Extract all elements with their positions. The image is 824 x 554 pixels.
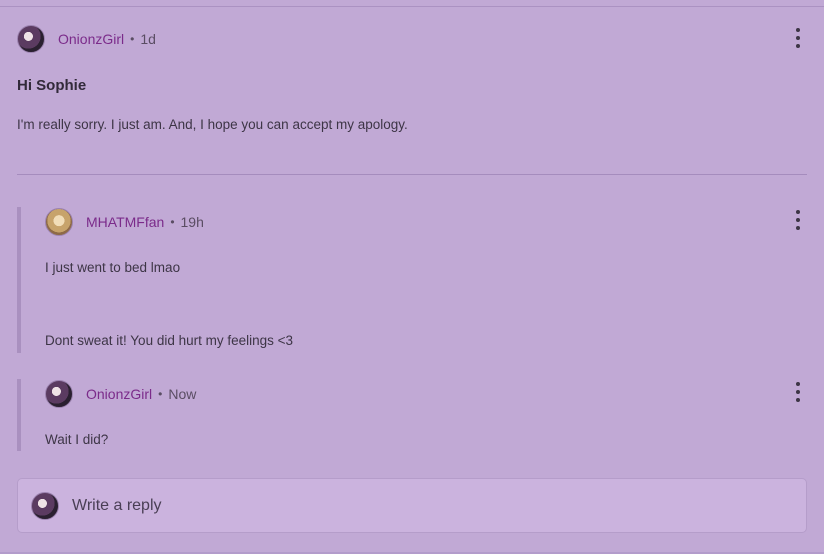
reply-menu-icon[interactable] xyxy=(795,210,801,230)
reply-text-line: Dont sweat it! You did hurt my feelings … xyxy=(45,333,294,348)
reply-input-placeholder: Write a reply xyxy=(72,496,162,514)
divider xyxy=(17,174,807,175)
reply-thread-bar xyxy=(17,379,21,451)
post-time: 1d xyxy=(140,31,156,47)
reply-input[interactable]: Write a reply xyxy=(17,478,807,533)
reply-thread-bar xyxy=(17,207,21,353)
separator-dot: • xyxy=(158,387,163,401)
reply-text-line: I just went to bed lmao xyxy=(45,260,181,275)
avatar[interactable] xyxy=(45,208,73,236)
avatar[interactable] xyxy=(45,380,73,408)
reply-time: 19h xyxy=(180,214,204,230)
avatar xyxy=(31,491,59,520)
post-menu-icon[interactable] xyxy=(795,28,801,48)
separator-dot: • xyxy=(130,32,135,46)
reply-menu-icon[interactable] xyxy=(795,382,801,402)
post-header: OnionzGirl • 1d xyxy=(17,25,156,53)
reply-header: OnionzGirl • Now xyxy=(45,380,196,408)
post-author[interactable]: OnionzGirl xyxy=(58,31,124,47)
post-body: I'm really sorry. I just am. And, I hope… xyxy=(17,117,408,132)
post-title: Hi Sophie xyxy=(17,77,87,94)
top-border xyxy=(0,0,824,7)
avatar[interactable] xyxy=(17,25,45,53)
reply-author[interactable]: OnionzGirl xyxy=(86,386,152,402)
separator-dot: • xyxy=(170,215,175,229)
reply-time: Now xyxy=(168,386,197,402)
reply-header: MHATMFfan • 19h xyxy=(45,208,204,236)
reply-text-line: Wait I did? xyxy=(45,432,109,447)
reply-author[interactable]: MHATMFfan xyxy=(86,214,164,230)
